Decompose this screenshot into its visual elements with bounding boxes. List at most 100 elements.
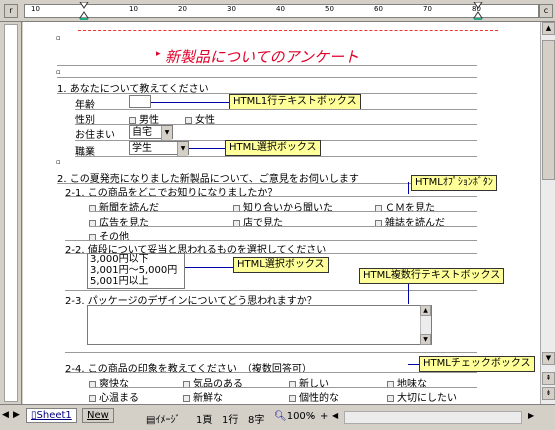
age-textbox[interactable] [129,95,151,108]
page-number: 1頁 [196,415,213,426]
checkbox-icon[interactable] [387,394,394,402]
residence-label: お住まい [75,130,115,141]
ruler-label: 50 [325,5,334,13]
line-number: 1行 [222,415,239,426]
tab-sheet1[interactable]: ▯Sheet1 [26,408,77,423]
option-label: 雑誌を読んだ [385,218,445,229]
option-label: 店で見た [243,218,283,229]
rule [65,372,477,373]
horizontal-ruler[interactable]: r 10 10 20 30 40 50 60 70 80 c [0,0,555,22]
horizontal-scrollbar[interactable] [344,411,522,424]
scroll-right-icon[interactable]: ▶ [528,411,534,420]
textarea-scrollbar[interactable]: ▲ ▼ [420,305,431,345]
ruler-label: 70 [423,5,432,13]
view-mode[interactable]: ▤ｲﾒｰｼﾞ [146,411,180,426]
listbox-option[interactable]: 5,001円以上 [88,276,184,287]
page-up-icon[interactable]: ⇞ [542,372,555,385]
ruler-label: 20 [178,5,187,13]
ruler-label: 60 [374,5,383,13]
ruler-label: 10 [31,5,40,13]
tab-new[interactable]: New [82,408,114,423]
left-indent-marker-icon[interactable] [79,2,89,20]
paragraph-mark-icon: ▫ [56,34,61,42]
option-label: 新聞を読んだ [99,203,159,214]
rule [75,156,477,157]
scroll-left-icon[interactable]: ◀ [332,411,338,420]
rule [89,387,477,388]
scroll-up-icon[interactable]: ▲ [542,22,555,35]
callout-select1: HTML選択ボックス [225,140,321,156]
q4-option[interactable]: 個性的な [289,389,339,404]
listbox-option[interactable]: 3,001円～5,000円 [88,265,184,276]
callout-textbox: HTML1行テキストボックス [229,94,361,110]
callout-radio: HTMLｵﾌﾟｼｮﾝﾎﾞﾀﾝ [411,175,497,191]
status-bar: ◀ ▶ ▯Sheet1 New ▤ｲﾒｰｼﾞ 1頁 1行 8字 🔍︎100% -… [0,404,555,430]
magnifier-icon: 🔍︎ [274,411,287,422]
ruler-track: 10 10 20 30 40 50 60 70 80 [24,2,539,20]
rule [65,196,477,197]
scrollbar-thumb[interactable] [542,40,555,180]
rule [57,77,477,78]
callout-textarea: HTML複数行テキストボックス [359,268,505,284]
chevron-down-icon[interactable]: ▼ [177,142,188,156]
page-down-icon[interactable]: ⇟ [542,387,555,400]
scroll-down-icon[interactable]: ▼ [542,352,555,365]
vertical-scrollbar[interactable]: ▲ ▼ ⇞ ⇟ [540,22,555,404]
rule [65,290,477,291]
q4-option[interactable]: 大切にしたい [387,389,457,404]
tab-nav-right-icon[interactable]: ▶ [13,410,20,420]
tab-nav-left-icon[interactable]: ◀ [2,410,9,420]
ruler-label: 30 [227,5,236,13]
document-page[interactable]: ▫ ▸ 新製品についてのアンケート ▫ 1. あなたについて教えてください 年齢… [23,22,540,404]
paragraph-mark-icon: ▫ [56,158,61,166]
rule [75,109,477,110]
page-title: 新製品についてのアンケート [165,48,359,66]
ruler-corner-left[interactable]: r [4,4,18,18]
residence-select-value: 自宅 [132,127,152,138]
listbox-option[interactable]: 3,000円以下 [88,254,184,265]
design-textarea[interactable]: ▲ ▼ [87,305,432,345]
option-label: 新鮮な [193,393,223,404]
chevron-down-icon[interactable]: ▼ [161,126,172,140]
scroll-down-icon[interactable]: ▼ [420,334,431,345]
column-number: 8字 [248,415,265,426]
right-indent-marker-icon[interactable] [473,2,483,20]
radio-box-icon[interactable] [129,116,136,124]
option-label: 知り合いから聞いた [243,203,333,214]
callout-connector [151,102,229,103]
checkbox-icon[interactable] [183,394,190,402]
title-marker-icon: ▸ [156,49,161,59]
callout-connector [408,182,409,194]
q4-option[interactable]: 新鮮な [183,389,223,404]
price-listbox[interactable]: 3,000円以下 3,001円～5,000円 5,001円以上 [87,253,185,289]
zoom-in-button[interactable]: + [320,411,328,422]
ruler-label: 10 [129,5,138,13]
option-label: 大切にしたい [397,393,457,404]
callout-connector [185,267,233,268]
job-select[interactable]: 学生 ▼ [129,141,189,156]
ruler-label: 40 [276,5,285,13]
tab-label: Sheet1 [36,410,72,421]
rule [89,226,477,227]
option-label: ＣＭを見た [385,203,435,214]
checkbox-icon[interactable] [289,394,296,402]
vertical-ruler[interactable] [0,22,22,404]
rule [57,65,477,66]
ruler-corner-right[interactable]: c [539,4,553,18]
zoom-out-button[interactable]: - [310,411,314,422]
view-mode-label: ｲﾒｰｼﾞ [155,415,181,426]
page-margin-line [78,30,498,31]
option-label: 個性的な [299,393,339,404]
callout-select2: HTML選択ボックス [233,257,329,273]
checkbox-icon[interactable] [89,394,96,402]
q4-option[interactable]: 心温まる [89,389,139,404]
callout-connector [189,148,225,149]
scroll-up-icon[interactable]: ▲ [420,305,431,316]
radio-box-icon[interactable] [185,116,192,124]
callout-checkbox: HTMLチェックボックス [419,356,535,372]
rule [89,211,477,212]
job-select-value: 学生 [132,143,152,154]
paragraph-mark-icon: ▫ [56,68,61,76]
residence-select[interactable]: 自宅 ▼ [129,125,173,140]
rule [65,352,477,353]
